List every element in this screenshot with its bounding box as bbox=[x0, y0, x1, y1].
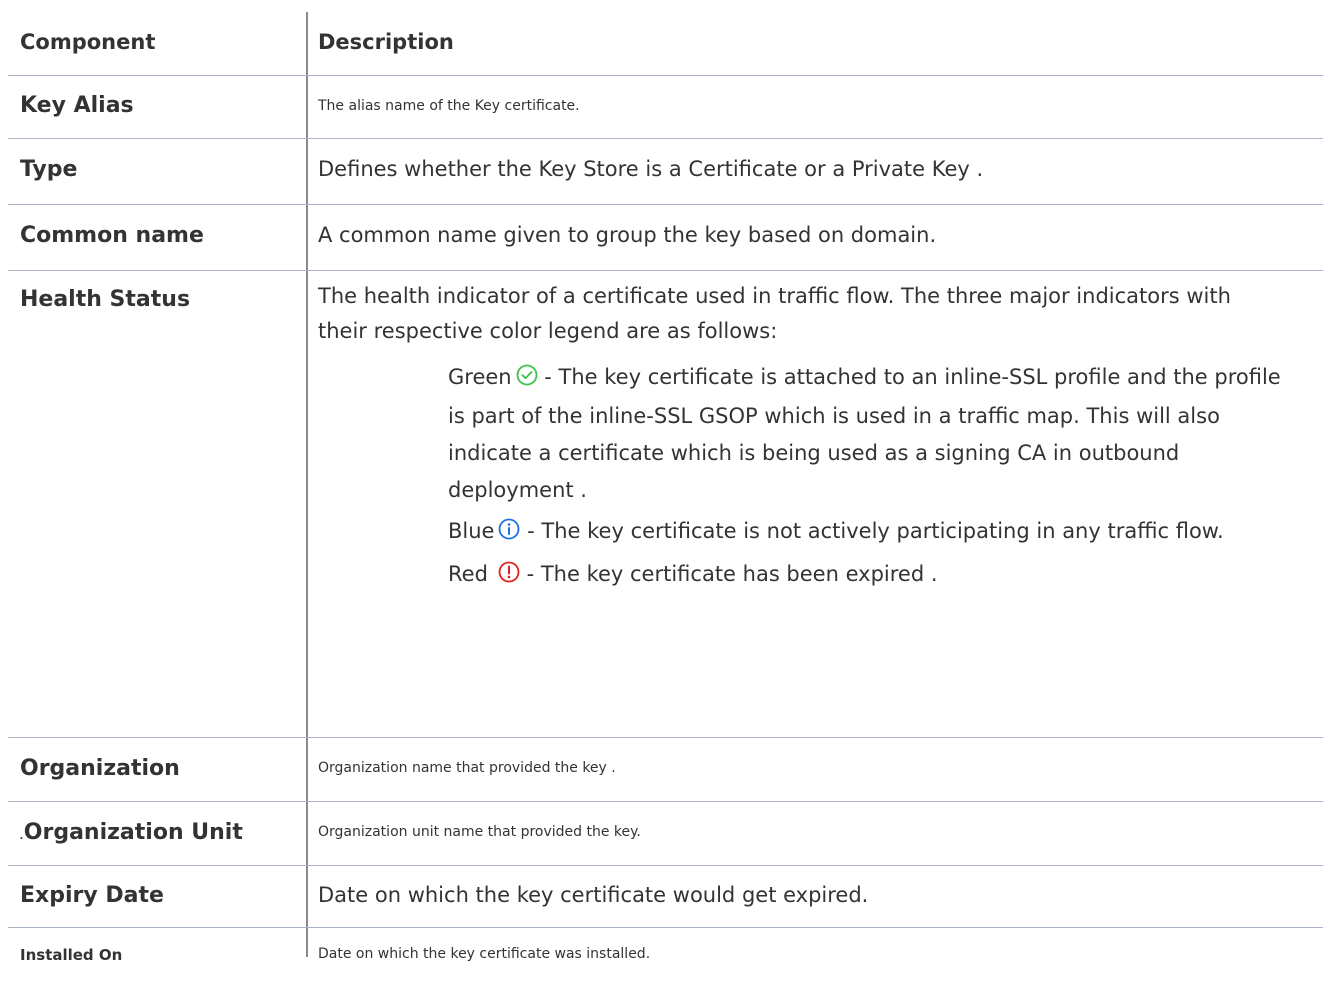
component-cell: Organization bbox=[20, 756, 180, 781]
legend-text: - The key certificate is not actively pa… bbox=[520, 519, 1224, 543]
table-row: Type Defines whether the Key Store is a … bbox=[8, 139, 1323, 205]
check-circle-icon bbox=[516, 361, 538, 398]
table-row: Organization Organization name that prov… bbox=[8, 738, 1323, 802]
description-cell: Date on which the key certificate was in… bbox=[318, 946, 651, 962]
component-cell: Key Alias bbox=[20, 93, 134, 118]
health-status-description: The health indicator of a certificate us… bbox=[318, 284, 1231, 343]
component-cell: Expiry Date bbox=[20, 883, 164, 908]
table-row: Key Alias The alias name of the Key cert… bbox=[8, 76, 1323, 139]
component-cell: Health Status bbox=[20, 287, 191, 312]
legend-text: - The key certificate has been expired . bbox=[519, 562, 938, 586]
legend-text: - The key certificate is attached to an … bbox=[448, 365, 1281, 502]
table-row: Installed On Date on which the key certi… bbox=[8, 928, 1323, 988]
legend-color-name: Blue bbox=[448, 519, 495, 543]
component-cell: .Organization Unit bbox=[8, 802, 306, 865]
table-row: Common name A common name given to group… bbox=[8, 205, 1323, 271]
description-cell: The health indicator of a certificate us… bbox=[306, 271, 1323, 737]
description-cell: Organization unit name that provided the… bbox=[318, 824, 641, 840]
legend-color-name: Red bbox=[448, 562, 488, 586]
exclamation-circle-icon bbox=[498, 558, 520, 595]
component-label: Organization Unit bbox=[23, 820, 243, 845]
table-row: Health Status The health indicator of a … bbox=[8, 271, 1323, 738]
legend-color-name: Green bbox=[448, 365, 512, 389]
description-cell: The alias name of the Key certificate. bbox=[318, 98, 580, 114]
table-header-row: Component Description bbox=[8, 12, 1323, 76]
legend-red: Red - The key certificate has been expir… bbox=[448, 556, 1283, 595]
component-cell: Common name bbox=[20, 223, 204, 248]
table-row: .Organization Unit Organization unit nam… bbox=[8, 802, 1323, 866]
legend-green: Green - The key certificate is attached … bbox=[448, 359, 1283, 509]
description-cell: Defines whether the Key Store is a Certi… bbox=[318, 157, 984, 181]
legend-blue: Blue - The key certificate is not active… bbox=[448, 513, 1283, 552]
header-component: Component bbox=[20, 30, 156, 54]
table-row: Expiry Date Date on which the key certif… bbox=[8, 866, 1323, 928]
description-cell: A common name given to group the key bas… bbox=[318, 223, 937, 247]
header-description: Description bbox=[318, 30, 454, 54]
component-table: Component Description Key Alias The alia… bbox=[8, 12, 1323, 988]
description-cell: Date on which the key certificate would … bbox=[318, 883, 869, 907]
info-circle-icon bbox=[498, 515, 520, 552]
component-cell: Type bbox=[20, 157, 78, 182]
description-cell: Organization name that provided the key … bbox=[318, 760, 616, 776]
component-cell: Installed On bbox=[20, 946, 123, 964]
